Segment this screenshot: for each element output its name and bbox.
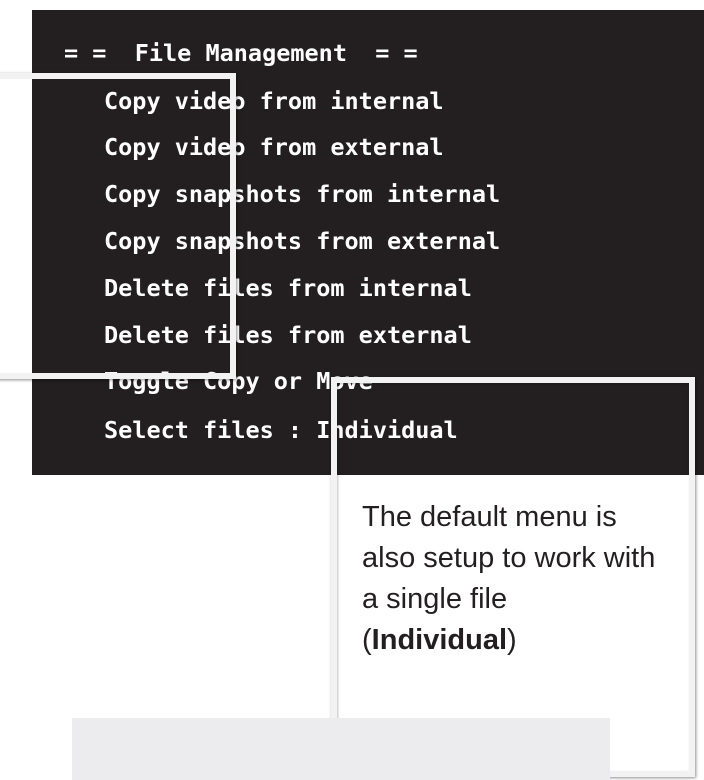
menu-item-copy-video-external[interactable]: Copy video from external [104, 132, 444, 162]
menu-item-select-files[interactable]: Select files : Individual [104, 415, 458, 445]
menu-item-delete-files-internal[interactable]: Delete files from internal [104, 273, 472, 303]
menu-item-copy-video-internal[interactable]: Copy video from internal [104, 86, 444, 116]
callout-text: The default menu is also setup to work w… [362, 497, 662, 661]
menu-item-delete-files-external[interactable]: Delete files from external [104, 320, 472, 350]
menu-item-toggle-copy-move[interactable]: Toggle Copy or Move [104, 366, 373, 396]
callout-text-end: ) [507, 624, 517, 656]
menu-title: = = File Management = = [64, 39, 418, 67]
footer-bar [72, 718, 610, 780]
callout-text-bold: Individual [371, 624, 508, 656]
menu-item-copy-snapshots-external[interactable]: Copy snapshots from external [104, 226, 500, 256]
menu-item-copy-snapshots-internal[interactable]: Copy snapshots from internal [104, 179, 500, 209]
